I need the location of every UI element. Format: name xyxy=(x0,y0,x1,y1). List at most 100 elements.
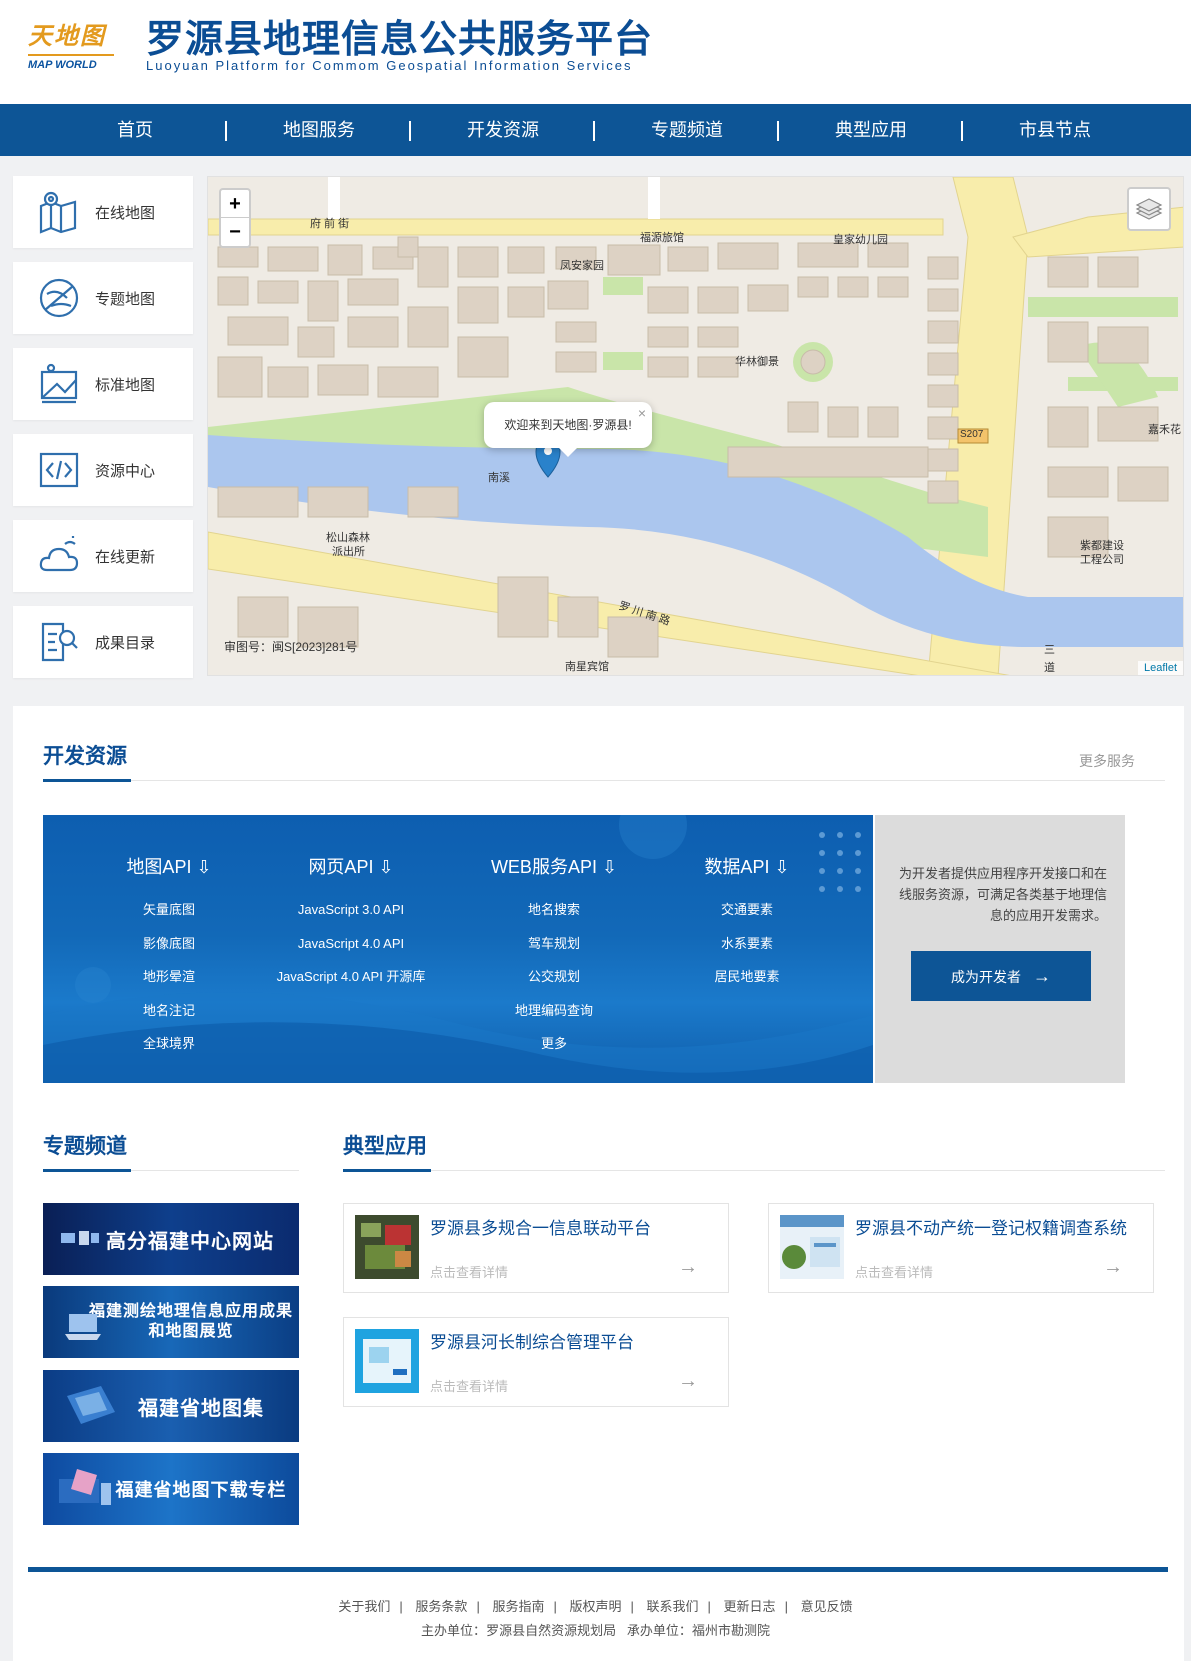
app-card-real-estate[interactable]: 罗源县不动产统一登记权籍调查系统 点击查看详情 → xyxy=(768,1203,1154,1293)
footer-link-terms[interactable]: 服务条款 xyxy=(415,1599,467,1614)
app-card-river-chief[interactable]: 罗源县河长制综合管理平台 点击查看详情 → xyxy=(343,1317,729,1407)
header: 天地图 MAP WORLD 罗源县地理信息公共服务平台 Luoyuan Plat… xyxy=(0,0,1191,104)
footer-link-changelog[interactable]: 更新日志 xyxy=(724,1599,776,1614)
nav-item-topics[interactable]: 专题频道 xyxy=(595,104,779,156)
nav-label: 典型应用 xyxy=(835,120,907,140)
footer-link-contact[interactable]: 联系我们 xyxy=(647,1599,699,1614)
banner-gaofen[interactable]: 高分福建中心网站 xyxy=(43,1203,299,1275)
arrow-right-icon: → xyxy=(1033,966,1051,986)
online-map[interactable]: 府 前 街 福源旅馆 皇家幼儿园 凤安家园 华林御景 南溪 松山森林 派出所 罗… xyxy=(207,176,1184,676)
tile-standard-map[interactable]: 标准地图 xyxy=(13,348,193,420)
dev-side-box: 为开发者提供应用程序开发接口和在线服务资源，可满足各类基于地理信息的应用开发需求… xyxy=(875,815,1125,1083)
tile-results-catalog[interactable]: 成果目录 xyxy=(13,606,193,678)
app-detail-link[interactable]: 点击查看详情 xyxy=(855,1262,933,1281)
map-label: 工程公司 xyxy=(1080,554,1124,566)
tile-thematic-map[interactable]: 专题地图 xyxy=(13,262,193,334)
dev-link[interactable]: 居民地要素 xyxy=(647,960,847,994)
footer-link-copyright[interactable]: 版权声明 xyxy=(569,1599,621,1614)
dev-link[interactable]: JavaScript 3.0 API xyxy=(251,893,451,927)
logo-subtext: MAP WORLD xyxy=(28,54,114,72)
app-card-multi-plan[interactable]: 罗源县多规合一信息联动平台 点击查看详情 → xyxy=(343,1203,729,1293)
dev-section-title: 开发资源 xyxy=(43,745,127,768)
app-detail-link[interactable]: 点击查看详情 xyxy=(430,1376,508,1395)
logo-text: 天地图 xyxy=(28,21,106,50)
dev-link[interactable]: 影像底图 xyxy=(69,927,269,961)
tile-resource-center[interactable]: 资源中心 xyxy=(13,434,193,506)
nav-item-applications[interactable]: 典型应用 xyxy=(779,104,963,156)
cloud-sun-icon xyxy=(39,536,79,572)
page-subtitle: Luoyuan Platform for Commom Geospatial I… xyxy=(146,58,633,73)
dev-link[interactable]: JavaScript 4.0 API xyxy=(251,927,451,961)
dev-col-title[interactable]: 网页API ⇩ xyxy=(251,853,451,879)
footer-link-feedback[interactable]: 意见反馈 xyxy=(801,1599,853,1614)
banner-label: 福建省地图集 xyxy=(138,1397,264,1420)
tile-online-update[interactable]: 在线更新 xyxy=(13,520,193,592)
layers-button[interactable] xyxy=(1127,187,1171,231)
divider xyxy=(43,780,1165,781)
dev-link[interactable]: 地名搜索 xyxy=(454,893,654,927)
nav-item-map-service[interactable]: 地图服务 xyxy=(227,104,411,156)
arrow-right-icon[interactable]: → xyxy=(1103,1256,1123,1279)
dev-col-title[interactable]: 地图API ⇩ xyxy=(69,853,269,879)
map-label: 华林御景 xyxy=(735,356,779,368)
nav-label: 首页 xyxy=(117,120,153,140)
globe-slash-icon xyxy=(39,278,79,318)
laptop-icon xyxy=(65,1314,101,1340)
app-title: 罗源县河长制综合管理平台 xyxy=(430,1333,634,1352)
footer-link-about[interactable]: 关于我们 xyxy=(338,1599,390,1614)
banner-exhibition[interactable]: 福建测绘地理信息应用成果和地图展览 xyxy=(43,1286,299,1358)
tile-label: 资源中心 xyxy=(95,462,156,480)
app-title: 罗源县多规合一信息联动平台 xyxy=(430,1219,651,1238)
dev-link[interactable]: 全球境界 xyxy=(69,1027,269,1061)
org-label: 主办单位： xyxy=(421,1623,487,1638)
footer-organizers: 主办单位：罗源县自然资源规划局 承办单位：福州市勘测院 xyxy=(0,1620,1191,1639)
tile-online-map[interactable]: 在线地图 xyxy=(13,176,193,248)
zoom-control: + − xyxy=(219,188,251,248)
separator: | xyxy=(476,1599,480,1614)
separator: | xyxy=(707,1599,711,1614)
tile-label: 专题地图 xyxy=(95,290,156,308)
nav-label: 开发资源 xyxy=(467,120,539,140)
tile-label: 在线地图 xyxy=(95,204,156,222)
circle-down-icon: ⇩ xyxy=(191,857,212,877)
dev-link[interactable]: 矢量底图 xyxy=(69,893,269,927)
zoom-out-button[interactable]: − xyxy=(221,218,249,246)
dev-link[interactable]: 驾车规划 xyxy=(454,927,654,961)
main-nav: 首页 地图服务 开发资源 专题频道 典型应用 市县节点 xyxy=(0,104,1191,156)
footer-link-guide[interactable]: 服务指南 xyxy=(492,1599,544,1614)
banner-download[interactable]: 福建省地图下载专栏 xyxy=(43,1453,299,1525)
dev-link[interactable]: 公交规划 xyxy=(454,960,654,994)
dev-link[interactable]: 交通要素 xyxy=(647,893,847,927)
arrow-right-icon[interactable]: → xyxy=(678,1370,698,1393)
dev-link[interactable]: 水系要素 xyxy=(647,927,847,961)
nav-item-dev-resources[interactable]: 开发资源 xyxy=(411,104,595,156)
map-approval-number: 审图号：闽S[2023]281号 xyxy=(224,640,358,654)
separator: | xyxy=(784,1599,788,1614)
separator: | xyxy=(630,1599,634,1614)
leaflet-attribution[interactable]: Leaflet xyxy=(1137,661,1183,675)
nav-item-city-nodes[interactable]: 市县节点 xyxy=(963,104,1147,156)
dev-link[interactable]: 地名注记 xyxy=(69,994,269,1028)
app-detail-link[interactable]: 点击查看详情 xyxy=(430,1262,508,1281)
dev-link[interactable]: JavaScript 4.0 API 开源库 xyxy=(251,960,451,994)
banner-atlas[interactable]: 福建省地图集 xyxy=(43,1370,299,1442)
dev-link[interactable]: 更多 xyxy=(454,1027,654,1061)
arrow-right-icon[interactable]: → xyxy=(678,1256,698,1279)
popup-close-button[interactable]: × xyxy=(638,390,646,436)
dev-col-data-api: 数据API ⇩ 交通要素 水系要素 居民地要素 xyxy=(647,853,847,994)
app-thumbnail xyxy=(355,1215,419,1279)
banner-label: 福建测绘地理信息应用成果和地图展览 xyxy=(88,1303,293,1340)
dev-link[interactable]: 地形晕渲 xyxy=(69,960,269,994)
tianditu-logo[interactable]: 天地图 MAP WORLD xyxy=(28,22,118,74)
framed-map-icon xyxy=(40,363,78,404)
nav-item-home[interactable]: 首页 xyxy=(43,104,227,156)
zoom-in-button[interactable]: + xyxy=(221,190,249,218)
dev-col-title[interactable]: WEB服务API ⇩ xyxy=(454,853,654,879)
document-search-icon xyxy=(41,622,78,662)
nav-label: 专题频道 xyxy=(651,120,723,140)
circle-down-icon: ⇩ xyxy=(769,857,790,877)
become-developer-button[interactable]: 成为开发者 → xyxy=(911,951,1091,1001)
more-services-link[interactable]: 更多服务 xyxy=(1079,751,1135,771)
dev-link[interactable]: 地理编码查询 xyxy=(454,994,654,1028)
dev-col-title[interactable]: 数据API ⇩ xyxy=(647,853,847,879)
